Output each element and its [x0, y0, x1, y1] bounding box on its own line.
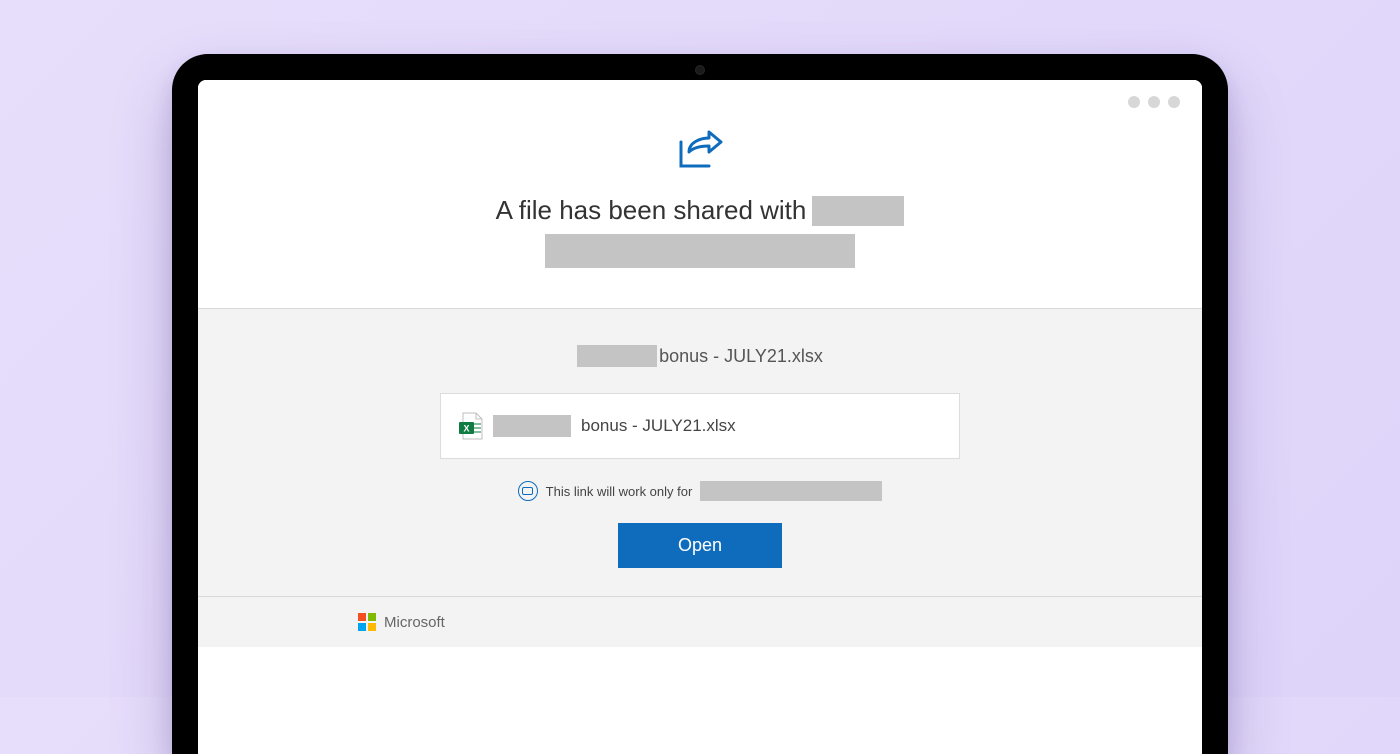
excel-file-icon: X — [459, 412, 483, 440]
filename-suffix: bonus - JULY21.xlsx — [659, 346, 823, 367]
window-control-dot[interactable] — [1168, 96, 1180, 108]
footer: Microsoft — [198, 597, 1202, 647]
redacted-filename-prefix — [577, 345, 657, 367]
redacted-recipient-inline — [812, 196, 904, 226]
device-frame: A file has been shared with bonus - JULY… — [172, 54, 1228, 754]
link-note-text: This link will work only for — [546, 484, 693, 499]
file-attachment-box[interactable]: X bonus - JULY21.xlsx — [440, 393, 960, 459]
window-control-dot[interactable] — [1148, 96, 1160, 108]
device-camera — [695, 65, 705, 75]
svg-text:X: X — [463, 424, 469, 434]
filename-caption: bonus - JULY21.xlsx — [238, 345, 1162, 367]
microsoft-logo-icon — [358, 613, 376, 631]
share-icon — [675, 128, 725, 177]
window-controls[interactable] — [1128, 96, 1180, 108]
open-button[interactable]: Open — [618, 523, 782, 568]
footer-brand-text: Microsoft — [384, 614, 445, 631]
headline: A file has been shared with — [238, 195, 1162, 268]
secure-link-icon — [518, 481, 538, 501]
headline-text: A file has been shared with — [496, 195, 807, 226]
window-control-dot[interactable] — [1128, 96, 1140, 108]
redacted-recipient-line2 — [545, 234, 855, 268]
redacted-link-recipient — [700, 481, 882, 501]
screen: A file has been shared with bonus - JULY… — [198, 80, 1202, 754]
filebox-filename-suffix: bonus - JULY21.xlsx — [581, 416, 736, 436]
redacted-filebox-prefix — [493, 415, 571, 437]
file-share-body: bonus - JULY21.xlsx X bonus - JULY21.x — [198, 309, 1202, 597]
link-restriction-note: This link will work only for — [238, 481, 1162, 501]
share-header-section: A file has been shared with — [198, 80, 1202, 309]
